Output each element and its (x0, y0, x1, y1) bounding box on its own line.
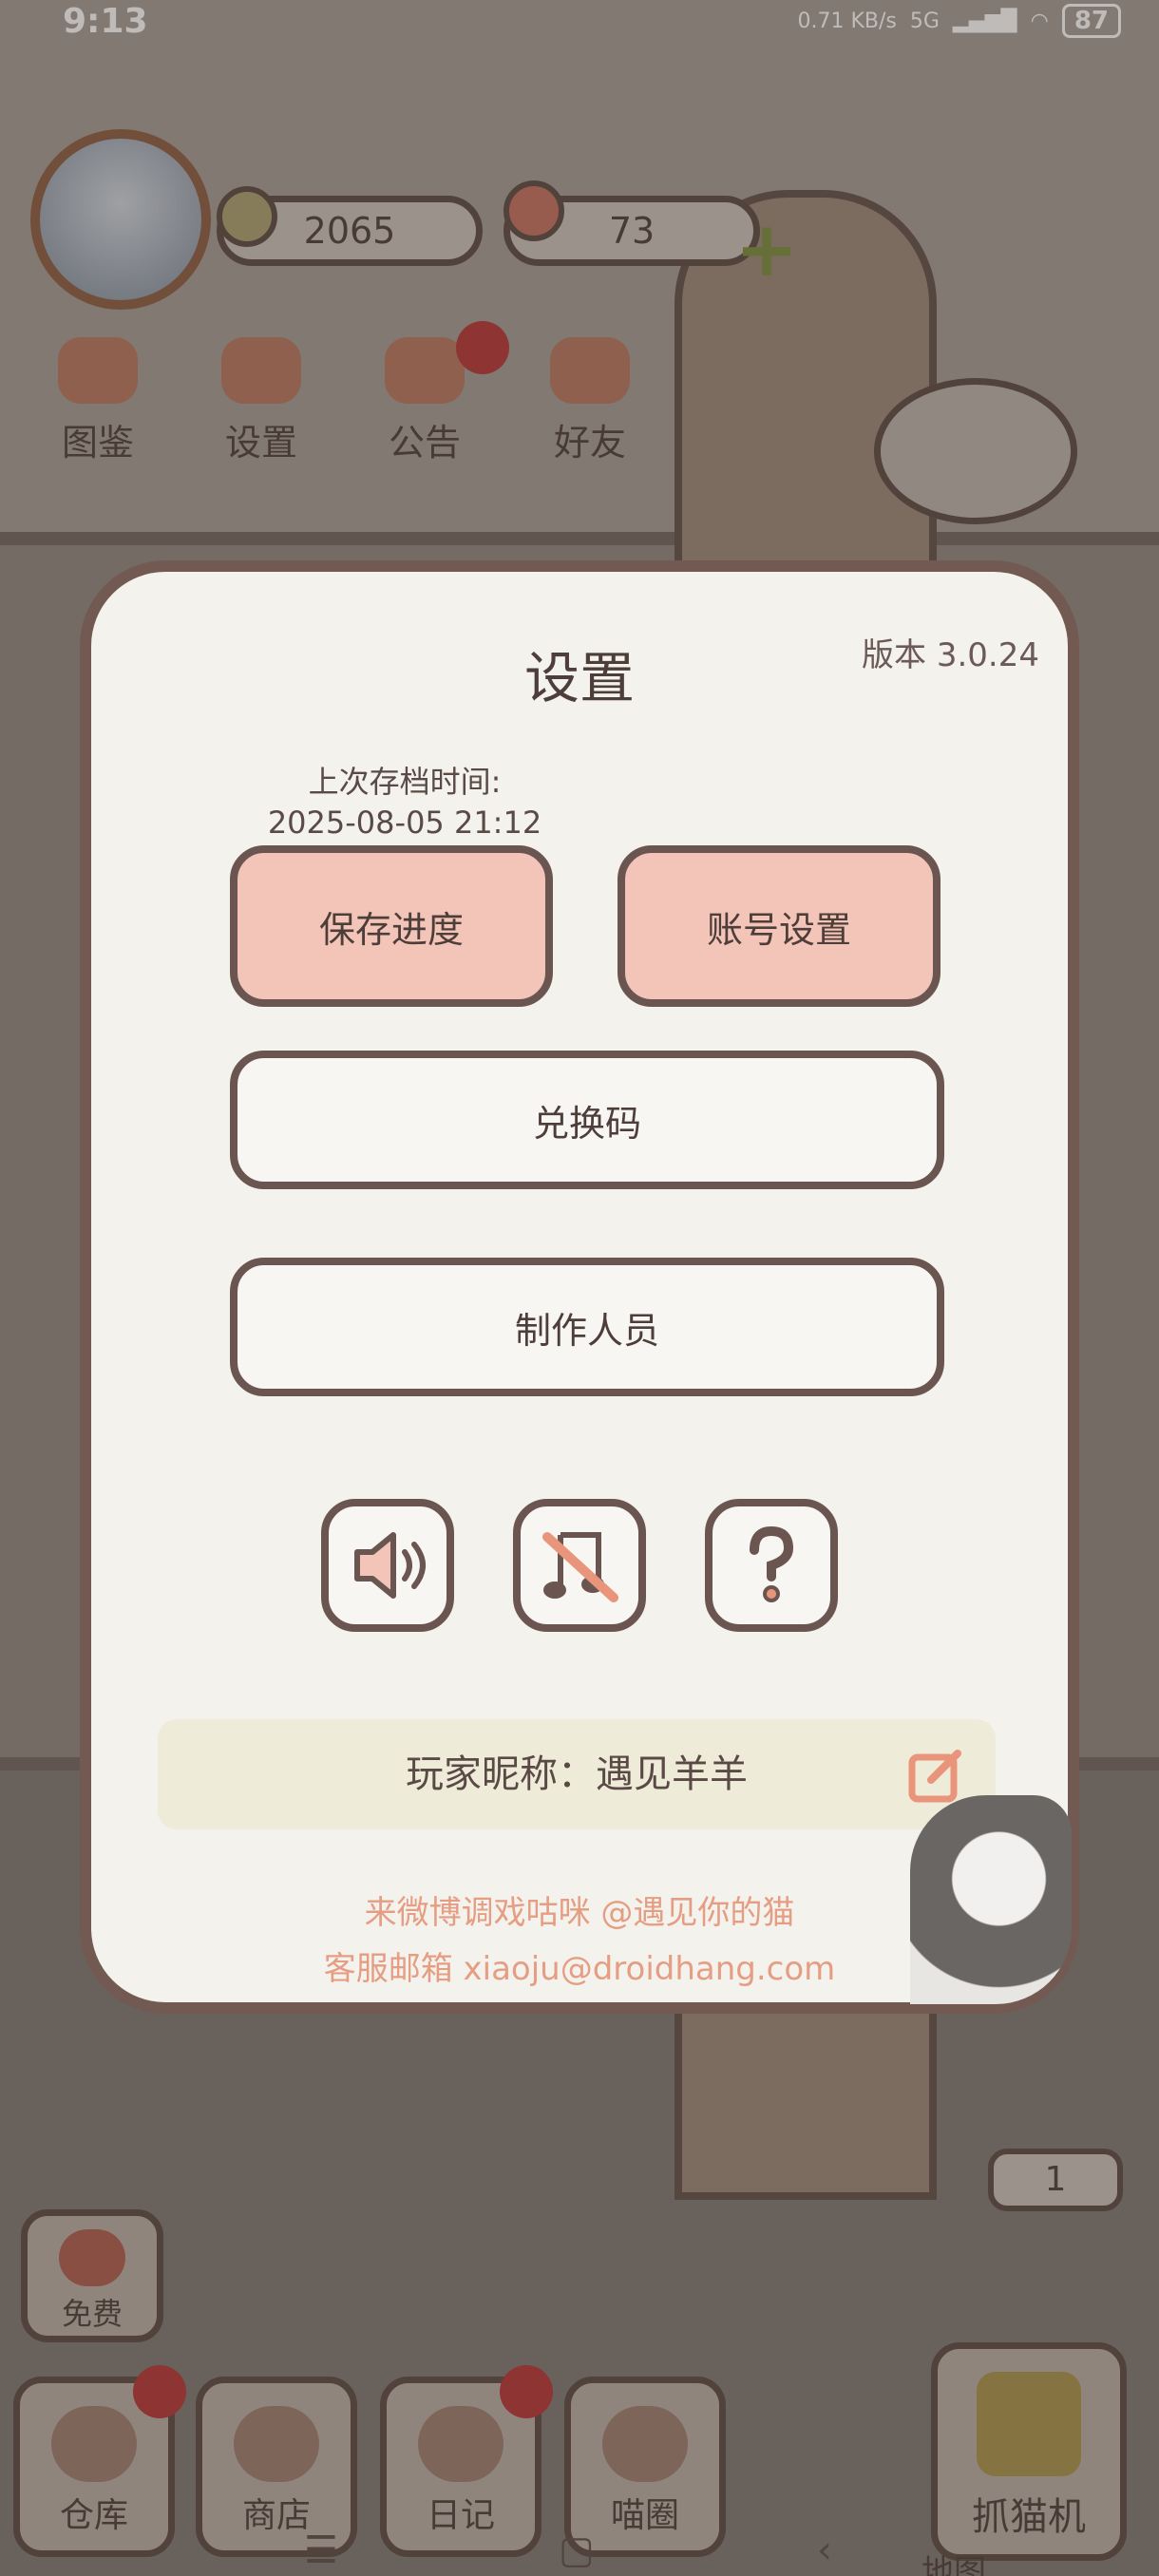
help-button[interactable] (705, 1499, 838, 1632)
redeem-code-button[interactable]: 兑换码 (230, 1051, 944, 1189)
music-toggle-button[interactable] (513, 1499, 646, 1632)
save-progress-button[interactable]: 保存进度 (230, 845, 553, 1007)
question-icon (750, 1525, 794, 1602)
version-label: 版本 3.0.24 (862, 636, 1039, 674)
credits-label: 制作人员 (514, 1309, 659, 1352)
last-save-label: 上次存档时间: (308, 764, 502, 800)
credits-button[interactable]: 制作人员 (230, 1258, 944, 1396)
redeem-code-label: 兑换码 (532, 1102, 641, 1145)
edit-icon[interactable] (906, 1744, 967, 1805)
music-muted-icon (542, 1532, 618, 1602)
account-settings-label: 账号设置 (706, 908, 851, 951)
cat-photo (910, 1795, 1072, 2004)
speaker-icon (354, 1532, 426, 1599)
account-settings-button[interactable]: 账号设置 (618, 845, 940, 1007)
sound-toggle-button[interactable] (321, 1499, 454, 1632)
settings-dialog: 设置 版本 3.0.24 上次存档时间: 2025-08-05 21:12 保存… (80, 560, 1079, 2014)
last-save-info: 上次存档时间: 2025-08-05 21:12 (253, 762, 557, 843)
nickname-text: 玩家昵称：遇见羊羊 (406, 1752, 748, 1796)
last-save-time: 2025-08-05 21:12 (267, 805, 542, 841)
nickname-bar[interactable]: 玩家昵称：遇见羊羊 (158, 1719, 996, 1829)
save-progress-label: 保存进度 (318, 908, 464, 951)
